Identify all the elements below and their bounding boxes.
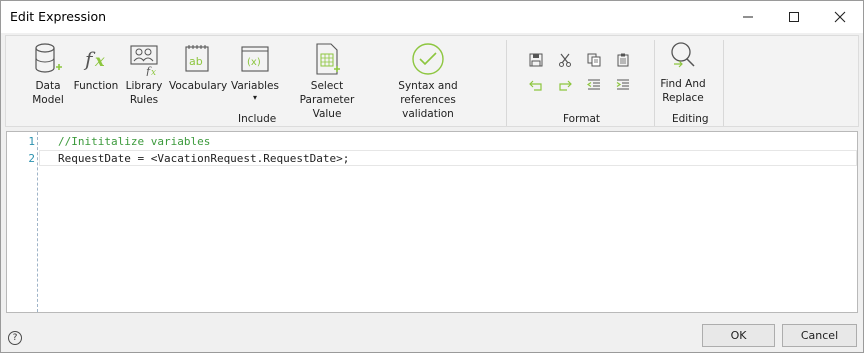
line-number: 2 [28,152,35,165]
copy-icon[interactable] [585,52,603,68]
vocabulary-notebook-icon: ab [185,45,209,72]
include-group-label: Include [238,113,277,125]
code-line-comment[interactable]: //Inititalize variables [58,135,210,148]
edit-expression-dialog: Edit Expression Data Model f x Function … [0,0,864,353]
title-bar: Edit Expression [1,1,863,33]
find-and-replace-button[interactable]: Find And Replace [657,40,709,105]
editing-group-label: Editing [672,113,709,125]
syntax-validation-button[interactable]: Syntax and references validation [373,42,483,121]
svg-text:ab: ab [189,55,203,68]
minimize-icon [743,16,753,18]
maximize-button[interactable] [771,1,817,33]
svg-text:x: x [151,68,156,76]
database-icon [35,43,62,73]
undo-icon[interactable] [527,77,545,93]
ok-button[interactable]: OK [702,324,775,347]
help-icon[interactable]: ? [8,331,22,345]
window-title: Edit Expression [10,9,107,24]
close-icon [834,11,846,23]
close-button[interactable] [817,1,863,33]
paste-icon[interactable] [614,52,632,68]
vocabulary-button[interactable]: ab Vocabulary [169,42,227,93]
ribbon-separator [654,40,655,126]
cut-icon[interactable] [556,52,574,68]
svg-text:x: x [94,51,105,70]
variables-dropdown-button[interactable]: (x) Variables ▾ [231,42,279,103]
increase-indent-icon[interactable] [614,77,632,93]
decrease-indent-icon[interactable] [585,77,603,93]
svg-text:(x): (x) [247,57,261,68]
format-group-label: Format [563,113,601,125]
redo-icon[interactable] [556,77,574,93]
ribbon-separator [723,40,724,126]
line-number: 1 [28,135,35,148]
function-fx-icon: f x [83,47,105,71]
library-rules-button[interactable]: f x Library Rules [123,42,165,107]
validation-check-icon [412,43,444,75]
data-model-button[interactable]: Data Model [28,42,68,107]
ribbon-toolbar: Data Model f x Function f x Library Rule… [5,35,859,127]
minimize-button[interactable] [725,1,771,33]
code-line[interactable]: RequestDate = <VacationRequest.RequestDa… [58,152,349,165]
code-editor[interactable]: 1 2 //Inititalize variables RequestDate … [6,131,858,313]
find-replace-magnifier-icon [671,42,695,68]
select-parameter-value-button[interactable]: Select Parameter Value [284,42,370,121]
cancel-button[interactable]: Cancel [782,324,857,347]
parameter-table-icon [316,43,340,75]
ribbon-separator [506,40,507,126]
function-button[interactable]: f x Function [72,42,120,93]
variables-icon: (x) [241,46,269,72]
save-icon[interactable] [527,52,545,68]
maximize-icon [789,12,799,22]
library-rules-icon: f x [130,45,158,76]
chevron-down-icon: ▾ [252,93,257,102]
